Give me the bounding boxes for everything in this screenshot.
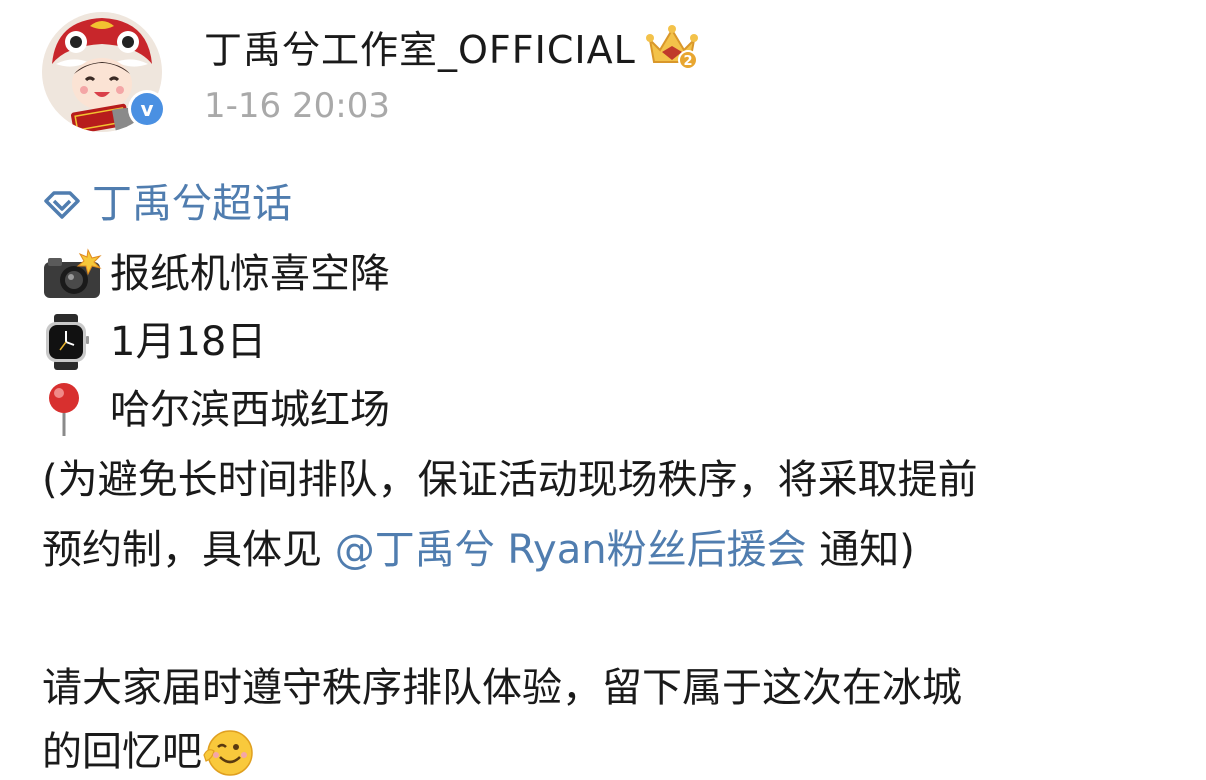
- post-line7-text: 的回忆吧: [42, 729, 202, 775]
- diamond-topic-icon: [42, 176, 92, 232]
- post-line-date: 1月18日: [42, 314, 266, 370]
- svg-text:2: 2: [683, 54, 692, 69]
- post-line4-text: (为避免长时间排队，保证活动现场秩序，将采取提前: [42, 457, 978, 503]
- username-row: 丁禹兮工作室_OFFICIAL 2: [204, 18, 700, 74]
- post-line-camera: 报纸机惊喜空降: [42, 246, 390, 302]
- post-line-mention: 预约制，具体见 @丁禹兮 Ryan粉丝后援会 通知): [42, 522, 915, 578]
- watch-icon: [42, 314, 104, 370]
- post-line5-pre: 预约制，具体见: [42, 527, 335, 573]
- camera-flash-icon: [42, 246, 104, 302]
- verified-badge-icon: v: [128, 90, 166, 128]
- post-line-location: 哈尔滨西城红场: [42, 382, 390, 438]
- wink-face-icon: [203, 730, 253, 776]
- post-line6-text: 请大家届时遵守秩序排队体验，留下属于这次在冰城: [42, 665, 962, 711]
- post-line5-post: 通知): [806, 527, 915, 573]
- post-line1-text: 报纸机惊喜空降: [110, 251, 390, 297]
- super-topic-link[interactable]: 丁禹兮超话: [42, 176, 292, 232]
- post-line3-text: 哈尔滨西城红场: [110, 387, 390, 433]
- mention-link[interactable]: @丁禹兮 Ryan粉丝后援会: [335, 522, 807, 578]
- post-line-ending: 的回忆吧: [42, 724, 256, 780]
- post-timestamp: 1-16 20:03: [204, 86, 390, 126]
- super-topic-label[interactable]: 丁禹兮超话: [92, 176, 292, 232]
- post-line-note: (为避免长时间排队，保证活动现场秩序，将采取提前: [42, 452, 978, 508]
- verified-badge-letter: v: [131, 93, 163, 125]
- weibo-post: v 丁禹兮工作室_OFFICIAL 2 1-16 20:03 丁禹兮超话 报纸机…: [0, 0, 1206, 780]
- post-line2-text: 1月18日: [110, 319, 267, 365]
- crown-level-icon: 2: [645, 25, 698, 70]
- pushpin-icon: [42, 382, 104, 438]
- post-line-request: 请大家届时遵守秩序排队体验，留下属于这次在冰城: [42, 660, 962, 716]
- username[interactable]: 丁禹兮工作室_OFFICIAL: [204, 19, 636, 74]
